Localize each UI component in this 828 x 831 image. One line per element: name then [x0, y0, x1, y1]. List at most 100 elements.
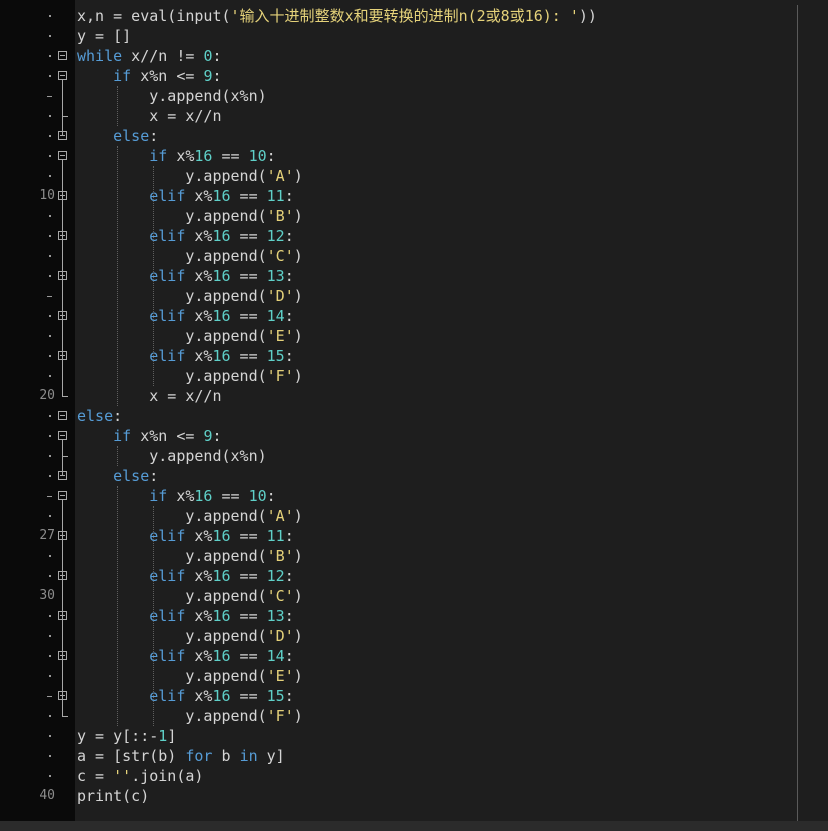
line-number: 30 — [39, 588, 55, 603]
line-number-gutter[interactable]: 10 20 27 30 40 — [0, 0, 75, 831]
code-line[interactable]: while x//n != 0: — [75, 46, 828, 66]
fold-connector — [62, 80, 63, 136]
code-line[interactable]: y.append('D') — [75, 626, 828, 646]
code-line[interactable]: y.append('A') — [75, 166, 828, 186]
code-line[interactable]: elif x%16 == 14: — [75, 646, 828, 666]
code-line-text: print(c) — [77, 787, 150, 805]
indent-guide — [117, 86, 119, 126]
code-line-text: y = y[::-1] — [77, 727, 177, 745]
code-line[interactable]: y.append('B') — [75, 546, 828, 566]
code-line[interactable]: y.append('E') — [75, 666, 828, 686]
line-marker-dot — [49, 655, 51, 657]
indent-guide — [117, 486, 119, 726]
code-line[interactable]: y.append('A') — [75, 506, 828, 526]
code-area[interactable]: x,n = eval(input('输入十进制整数x和要转换的进制n(2或8或1… — [75, 0, 828, 831]
code-line[interactable]: y = y[::-1] — [75, 726, 828, 746]
code-line-text: y.append('E') — [77, 667, 303, 685]
line-marker-dot — [49, 335, 51, 337]
line-number: 20 — [39, 388, 55, 403]
code-line[interactable]: if x%n <= 9: — [75, 66, 828, 86]
line-marker-dot — [49, 235, 51, 237]
line-marker-dot — [49, 255, 51, 257]
right-margin-ruler — [797, 5, 798, 821]
code-line[interactable]: y.append(x%n) — [75, 446, 828, 466]
code-line-text: elif x%16 == 11: — [149, 187, 294, 205]
fold-toggle-icon[interactable] — [58, 411, 67, 420]
line-marker-dot — [49, 735, 51, 737]
code-line[interactable]: x = x//n — [75, 106, 828, 126]
code-line[interactable]: y.append('F') — [75, 366, 828, 386]
code-line-text: elif x%16 == 12: — [149, 227, 294, 245]
code-line-text: if x%16 == 10: — [149, 147, 276, 165]
code-line[interactable]: else: — [75, 406, 828, 426]
line-marker-dot — [49, 155, 51, 157]
code-line-text: y.append('D') — [77, 627, 303, 645]
code-line[interactable]: print(c) — [75, 786, 828, 806]
line-marker-dot — [49, 415, 51, 417]
code-line[interactable]: a = [str(b) for b in y] — [75, 746, 828, 766]
line-marker-dot — [49, 435, 51, 437]
code-line-text: y.append('A') — [77, 167, 303, 185]
line-marker-dot — [49, 115, 51, 117]
code-line[interactable]: elif x%16 == 15: — [75, 686, 828, 706]
line-marker-dot — [49, 15, 51, 17]
code-line[interactable]: y.append('F') — [75, 706, 828, 726]
code-line[interactable]: elif x%16 == 15: — [75, 346, 828, 366]
code-line[interactable]: elif x%16 == 14: — [75, 306, 828, 326]
line-marker-dot — [49, 615, 51, 617]
code-line[interactable]: else: — [75, 126, 828, 146]
code-line[interactable]: y.append('E') — [75, 326, 828, 346]
code-line[interactable]: elif x%16 == 13: — [75, 606, 828, 626]
line-marker-dot — [49, 775, 51, 777]
code-line[interactable]: elif x%16 == 12: — [75, 566, 828, 586]
code-line[interactable]: y.append('D') — [75, 286, 828, 306]
fold-connector — [62, 440, 63, 476]
code-line[interactable]: y.append('C') — [75, 586, 828, 606]
code-line[interactable]: y = [] — [75, 26, 828, 46]
line-marker-dash — [47, 496, 52, 497]
code-line-text: if x%n <= 9: — [113, 427, 222, 445]
fold-toggle-icon[interactable] — [58, 71, 67, 80]
line-number: 27 — [39, 528, 55, 543]
code-line[interactable]: elif x%16 == 11: — [75, 526, 828, 546]
code-line-text: y.append(x%n) — [77, 447, 267, 465]
code-line[interactable]: c = ''.join(a) — [75, 766, 828, 786]
fold-toggle-icon[interactable] — [58, 491, 67, 500]
code-line[interactable]: y.append('B') — [75, 206, 828, 226]
line-marker-dot — [49, 35, 51, 37]
code-line[interactable]: if x%16 == 10: — [75, 146, 828, 166]
fold-toggle-icon[interactable] — [58, 51, 67, 60]
code-line-text: elif x%16 == 15: — [149, 347, 294, 365]
code-line-text: elif x%16 == 12: — [149, 567, 294, 585]
line-marker-dot — [49, 755, 51, 757]
code-editor[interactable]: 10 20 27 30 40 x,n = eval(input('输入十进制整数x和要转… — [0, 0, 828, 831]
code-line-text: c = ''.join(a) — [77, 767, 204, 785]
code-line[interactable]: x = x//n — [75, 386, 828, 406]
line-marker-dot — [49, 275, 51, 277]
code-line[interactable]: elif x%16 == 12: — [75, 226, 828, 246]
code-line[interactable]: elif x%16 == 13: — [75, 266, 828, 286]
line-marker-dot — [49, 355, 51, 357]
code-line[interactable]: y.append(x%n) — [75, 86, 828, 106]
code-line-text: y.append('F') — [77, 367, 303, 385]
line-marker-dot — [49, 715, 51, 717]
code-line[interactable]: x,n = eval(input('输入十进制整数x和要转换的进制n(2或8或1… — [75, 6, 828, 26]
fold-end-tick — [62, 116, 68, 117]
code-line[interactable]: if x%n <= 9: — [75, 426, 828, 446]
horizontal-scrollbar[interactable] — [0, 821, 828, 831]
fold-toggle-icon[interactable] — [58, 151, 67, 160]
line-marker-dot — [49, 375, 51, 377]
fold-connector — [62, 500, 63, 716]
code-line-text: y.append(x%n) — [77, 87, 267, 105]
line-marker-dot — [49, 515, 51, 517]
code-line-text: y.append('C') — [77, 247, 303, 265]
code-line-text: elif x%16 == 13: — [149, 607, 294, 625]
code-line[interactable]: if x%16 == 10: — [75, 486, 828, 506]
code-line[interactable]: elif x%16 == 11: — [75, 186, 828, 206]
code-line[interactable]: y.append('C') — [75, 246, 828, 266]
fold-end-tick — [62, 716, 68, 717]
line-marker-dot — [49, 675, 51, 677]
fold-toggle-icon[interactable] — [58, 431, 67, 440]
code-line-text: a = [str(b) for b in y] — [77, 747, 285, 765]
code-line[interactable]: else: — [75, 466, 828, 486]
